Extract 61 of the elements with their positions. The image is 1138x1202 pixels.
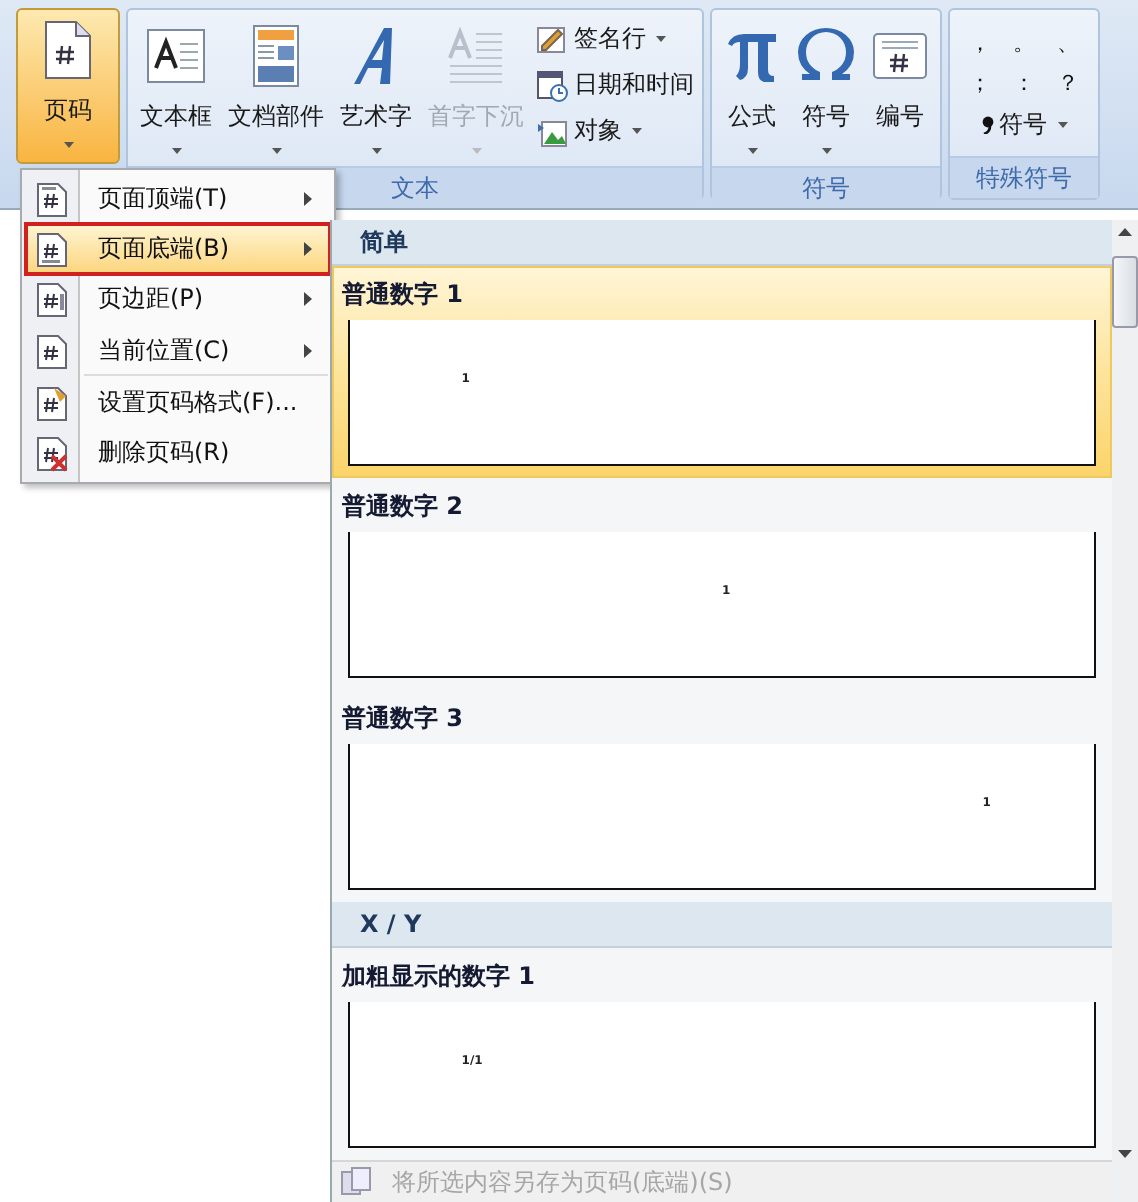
- group-label: 特殊符号: [950, 156, 1098, 198]
- section-header: X / Y: [332, 902, 1112, 948]
- remove-page-number-icon: [36, 435, 68, 471]
- ribbon-button[interactable]: 符号: [788, 14, 864, 166]
- caret-icon: [632, 128, 642, 134]
- document-parts-icon: [252, 24, 300, 88]
- caret-icon: [821, 148, 831, 154]
- section-header: 简单: [332, 220, 1112, 266]
- page-number-button[interactable]: 页码: [16, 8, 120, 164]
- ribbon-button[interactable]: 文档部件: [220, 14, 332, 166]
- calendar-icon: [536, 69, 568, 101]
- item-label: 加粗显示的数字 1: [342, 960, 538, 994]
- menu-item[interactable]: 设置页码格式(F)...: [26, 378, 330, 428]
- symbol-menu-button[interactable]: 符号: [977, 104, 1071, 146]
- ribbon-button[interactable]: 签名行: [532, 18, 698, 60]
- object-icon: [536, 115, 568, 147]
- caret-icon: [1057, 122, 1067, 128]
- symbol-button[interactable]: ，: [958, 22, 1002, 62]
- scroll-up-icon: [1118, 228, 1132, 236]
- text-box-icon: [146, 24, 206, 88]
- caret-icon: [171, 148, 181, 154]
- drop-cap-icon: [446, 24, 506, 88]
- caret-icon: [271, 148, 281, 154]
- submenu-arrow-icon: [304, 242, 312, 256]
- page-number-icon: [44, 18, 92, 82]
- bullet-icon: [981, 116, 993, 134]
- item-label: 普通数字 2: [342, 490, 466, 524]
- submenu-arrow-icon: [304, 292, 312, 306]
- signature-line-icon: [536, 23, 568, 55]
- scroll-down-icon: [1118, 1150, 1132, 1158]
- ribbon-button[interactable]: 文本框: [132, 14, 220, 166]
- symbol-button[interactable]: ；: [958, 62, 1002, 102]
- menu-item[interactable]: 删除页码(R): [26, 428, 330, 478]
- ribbon-button[interactable]: 艺术字: [332, 14, 420, 166]
- format-page-number-icon: [36, 385, 68, 421]
- submenu-arrow-icon: [304, 344, 312, 358]
- page-bottom-icon: [36, 231, 68, 267]
- caret-icon: [747, 148, 757, 154]
- caret-icon: [471, 148, 481, 154]
- caret-icon: [656, 36, 666, 42]
- current-position-icon: [36, 333, 68, 369]
- symbol-button[interactable]: ：: [1002, 62, 1046, 102]
- scrollbar[interactable]: [1112, 220, 1138, 1202]
- menu-item[interactable]: 页面底端(B): [26, 224, 330, 274]
- scroll-thumb[interactable]: [1112, 256, 1138, 328]
- ribbon-button[interactable]: 对象: [532, 110, 698, 152]
- ribbon-button[interactable]: 编号: [864, 14, 936, 166]
- ribbon-button[interactable]: 公式: [716, 14, 788, 166]
- menu-item[interactable]: 页边距(P): [26, 274, 330, 324]
- item-label: 普通数字 1: [342, 278, 466, 312]
- save-selection-icon: [340, 1166, 372, 1198]
- symbol-button[interactable]: 、: [1046, 22, 1090, 62]
- page-top-icon: [36, 181, 68, 217]
- caret-icon: [371, 148, 381, 154]
- ribbon-button[interactable]: 日期和时间: [532, 64, 698, 106]
- caret-icon: [63, 142, 73, 148]
- symbol-button[interactable]: 。: [1002, 22, 1046, 62]
- item-label: 普通数字 3: [342, 702, 466, 736]
- page-margin-icon: [36, 281, 68, 317]
- submenu-arrow-icon: [304, 192, 312, 206]
- symbol-button[interactable]: ？: [1046, 62, 1090, 102]
